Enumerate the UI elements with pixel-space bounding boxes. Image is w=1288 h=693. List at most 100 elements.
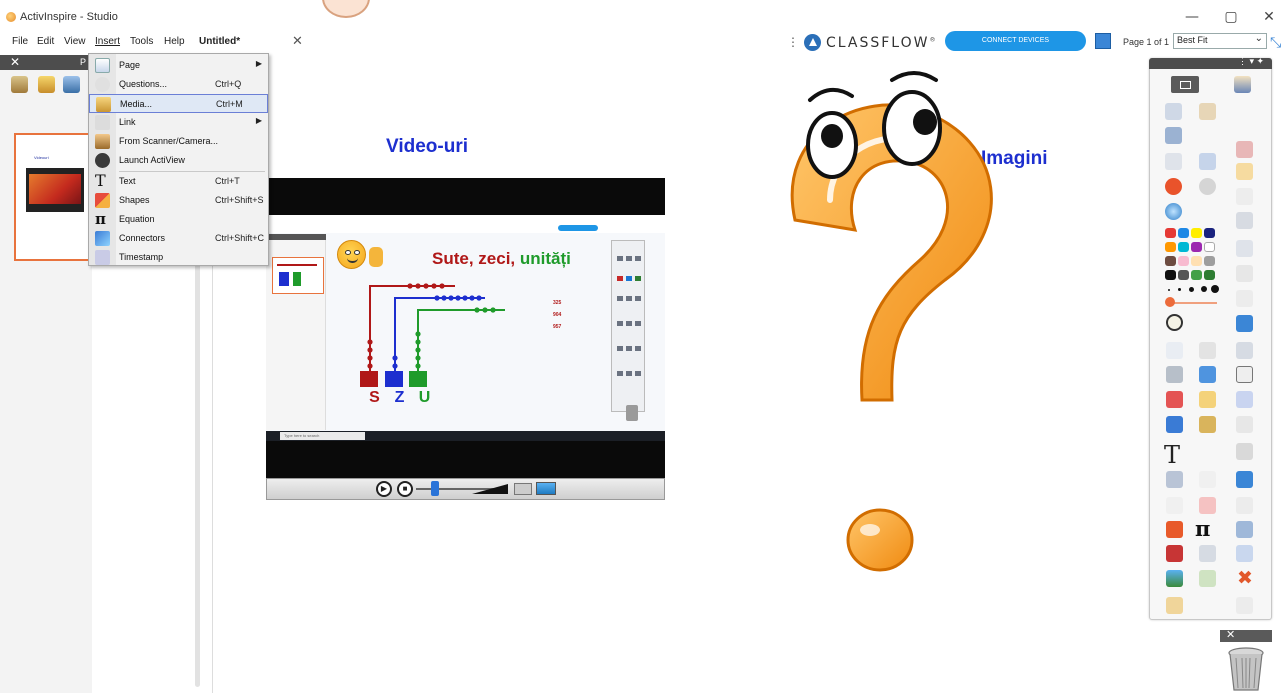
stamp-icon[interactable]: [1166, 545, 1183, 562]
eraser-icon[interactable]: [1166, 391, 1183, 408]
favorite-down-icon[interactable]: [1236, 597, 1253, 614]
zoom-select[interactable]: Best Fit ⌄: [1173, 33, 1267, 49]
layers-icon[interactable]: [1236, 443, 1253, 460]
menu-item-equation[interactable]: π Equation: [89, 210, 268, 229]
next-page-icon[interactable]: [1199, 153, 1216, 170]
menu-item-text[interactable]: T Text Ctrl+T: [89, 172, 268, 191]
color-green[interactable]: [1191, 270, 1202, 280]
main-menu-icon[interactable]: [1165, 103, 1182, 120]
user-profile-icon[interactable]: [1234, 76, 1251, 93]
resource-icon[interactable]: [1236, 521, 1253, 538]
menu-item-link[interactable]: Link ▶: [89, 113, 268, 132]
snapshot-icon[interactable]: [536, 482, 556, 495]
clock-icon[interactable]: [1166, 314, 1183, 331]
equation-tool-icon[interactable]: π: [1195, 516, 1210, 541]
eraser-icon-alt[interactable]: [1236, 265, 1253, 282]
delete-icon[interactable]: ✖: [1237, 567, 1253, 589]
favorite-icon[interactable]: [1236, 497, 1253, 514]
menu-file[interactable]: File: [12, 36, 28, 47]
color-white[interactable]: [1204, 242, 1215, 252]
pen-mode-icon[interactable]: [1236, 141, 1253, 158]
redo-icon[interactable]: [1199, 471, 1216, 488]
object-browser-icon[interactable]: [63, 76, 80, 93]
reset-icon[interactable]: [1165, 178, 1182, 195]
fill-bucket-icon[interactable]: [1199, 391, 1216, 408]
previous-page-icon[interactable]: [1165, 153, 1182, 170]
media-icon[interactable]: [1199, 416, 1216, 433]
notes-icon[interactable]: [1166, 597, 1183, 614]
zoom-icon[interactable]: [1236, 545, 1253, 562]
shape-tool-icon[interactable]: [1166, 521, 1183, 538]
color-gray[interactable]: [1204, 256, 1215, 266]
upload-icon[interactable]: [1236, 315, 1253, 332]
color-black[interactable]: [1165, 270, 1176, 280]
color-red[interactable]: [1165, 228, 1176, 238]
menu-item-scanner[interactable]: From Scanner/Camera...: [89, 132, 268, 151]
clear-icon[interactable]: [1166, 471, 1183, 488]
magic-ink-icon[interactable]: [1236, 212, 1253, 229]
menu-item-page[interactable]: Page ▶: [89, 56, 268, 75]
seek-handle[interactable]: [431, 481, 439, 496]
page-play-icon[interactable]: [1199, 178, 1216, 195]
pen-width-xs[interactable]: [1168, 289, 1170, 291]
color-dark-green[interactable]: [1204, 270, 1215, 280]
color-dark-gray[interactable]: [1178, 270, 1189, 280]
menu-item-timestamp[interactable]: Timestamp: [89, 248, 268, 267]
select-icon[interactable]: [1166, 342, 1183, 359]
dual-user-icon[interactable]: [1199, 103, 1216, 120]
shape-recognition-icon[interactable]: [1236, 391, 1253, 408]
color-peach[interactable]: [1191, 256, 1202, 266]
drag-copy-icon[interactable]: [1199, 545, 1216, 562]
highlighter-icon[interactable]: [1199, 366, 1216, 383]
pen-width-handle[interactable]: [1165, 297, 1175, 307]
toolbox-header-controls[interactable]: ⋮ ▾ ✦: [1238, 56, 1264, 67]
menu-insert[interactable]: Insert: [95, 36, 120, 47]
panel-close-icon[interactable]: ✕: [10, 55, 20, 69]
browsers-icon[interactable]: [1165, 127, 1182, 144]
handwriting-icon[interactable]: [1236, 163, 1253, 180]
page-sorter-icon[interactable]: [1095, 33, 1111, 49]
connect-devices-button[interactable]: CONNECT DEVICES: [945, 31, 1086, 51]
page-browser-icon[interactable]: [11, 76, 28, 93]
undo-icon[interactable]: [1166, 497, 1183, 514]
menu-tools[interactable]: Tools: [130, 36, 153, 47]
resource-browser-icon[interactable]: [38, 76, 55, 93]
volume-icon[interactable]: [472, 484, 508, 494]
stop-button[interactable]: ■: [397, 481, 413, 497]
color-brown[interactable]: [1165, 256, 1176, 266]
menu-item-media[interactable]: Media... Ctrl+M: [89, 94, 268, 113]
camera-icon[interactable]: [514, 483, 532, 495]
color-purple[interactable]: [1191, 242, 1202, 252]
classflow-more-icon[interactable]: ⋮: [787, 35, 799, 49]
duplicate-icon[interactable]: [1236, 290, 1253, 307]
color-navy[interactable]: [1204, 228, 1215, 238]
grid-icon[interactable]: [1236, 416, 1253, 433]
play-button[interactable]: ▶: [376, 481, 392, 497]
color-blue[interactable]: [1178, 228, 1189, 238]
document-tab[interactable]: Untitled*: [199, 36, 240, 47]
text-tool-icon[interactable]: T: [1164, 441, 1180, 469]
trash-bin-icon[interactable]: [1226, 646, 1266, 692]
color-cyan[interactable]: [1178, 242, 1189, 252]
fullscreen-icon[interactable]: ⤡: [1270, 34, 1281, 51]
page-thumbnail[interactable]: Videouri: [14, 133, 98, 261]
pen-width-xl[interactable]: [1211, 285, 1219, 293]
globe-icon[interactable]: [1165, 203, 1182, 220]
menu-help[interactable]: Help: [164, 36, 185, 47]
tab-close-icon[interactable]: ✕: [292, 34, 303, 49]
color-yellow[interactable]: [1191, 228, 1202, 238]
edit-icon[interactable]: [1199, 570, 1216, 587]
spotlight-icon[interactable]: [1236, 188, 1253, 205]
toolbox-header[interactable]: ⋮ ▾ ✦: [1149, 56, 1272, 69]
menu-view[interactable]: View: [64, 36, 86, 47]
menu-item-connectors[interactable]: Connectors Ctrl+Shift+C: [89, 229, 268, 248]
refresh-icon[interactable]: [1199, 497, 1216, 514]
revealer-icon[interactable]: [1236, 366, 1253, 383]
color-pink[interactable]: [1178, 256, 1189, 266]
fill-icon[interactable]: [1236, 240, 1253, 257]
close-button[interactable]: ✕: [1259, 8, 1279, 26]
group-icon[interactable]: [1236, 342, 1253, 359]
connector-icon[interactable]: [1166, 416, 1183, 433]
marquee-icon[interactable]: [1199, 342, 1216, 359]
video-heading[interactable]: Video-uri: [386, 136, 468, 158]
